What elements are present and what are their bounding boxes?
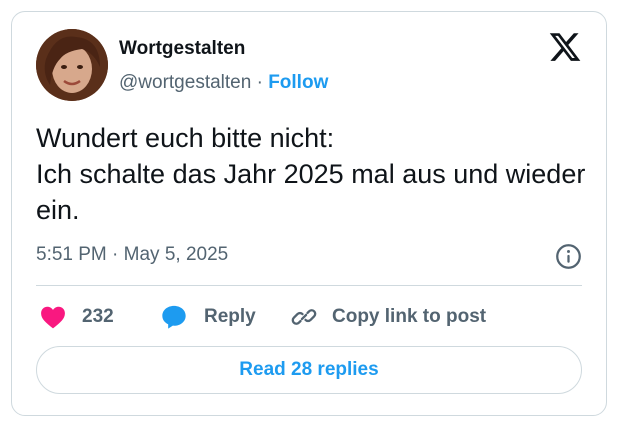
author-handle[interactable]: @wortgestalten: [119, 72, 251, 93]
follow-button[interactable]: Follow: [268, 72, 328, 93]
heart-icon: [41, 306, 65, 329]
speech-bubble-icon: [162, 305, 186, 329]
link-icon: [291, 309, 317, 325]
divider: [36, 285, 582, 286]
x-logo-icon[interactable]: [548, 30, 582, 64]
like-button[interactable]: 232: [40, 302, 114, 332]
action-bar: 232 Reply Copy link to post: [36, 302, 596, 332]
author-handle-row: @wortgestalten · Follow: [119, 72, 328, 94]
tweet-card: Wortgestalten @wortgestalten · Follow Wu…: [11, 11, 607, 416]
read-replies-button[interactable]: Read 28 replies: [36, 346, 582, 394]
tweet-text: Wundert euch bitte nicht: Ich schalte da…: [36, 123, 586, 225]
reply-button[interactable]: Reply: [160, 302, 256, 332]
info-icon[interactable]: [555, 243, 582, 270]
author-name[interactable]: Wortgestalten: [119, 38, 245, 60]
avatar[interactable]: [36, 29, 108, 101]
reply-label: Reply: [204, 306, 256, 327]
tweet-timestamp[interactable]: 5:51 PM · May 5, 2025: [36, 244, 228, 266]
copy-link-button[interactable]: Copy link to post: [290, 302, 486, 332]
handle-separator: ·: [256, 72, 263, 93]
read-replies-label: Read 28 replies: [239, 359, 379, 380]
copy-link-label: Copy link to post: [332, 306, 487, 327]
avatar-image: [36, 29, 108, 101]
like-count: 232: [82, 306, 114, 327]
